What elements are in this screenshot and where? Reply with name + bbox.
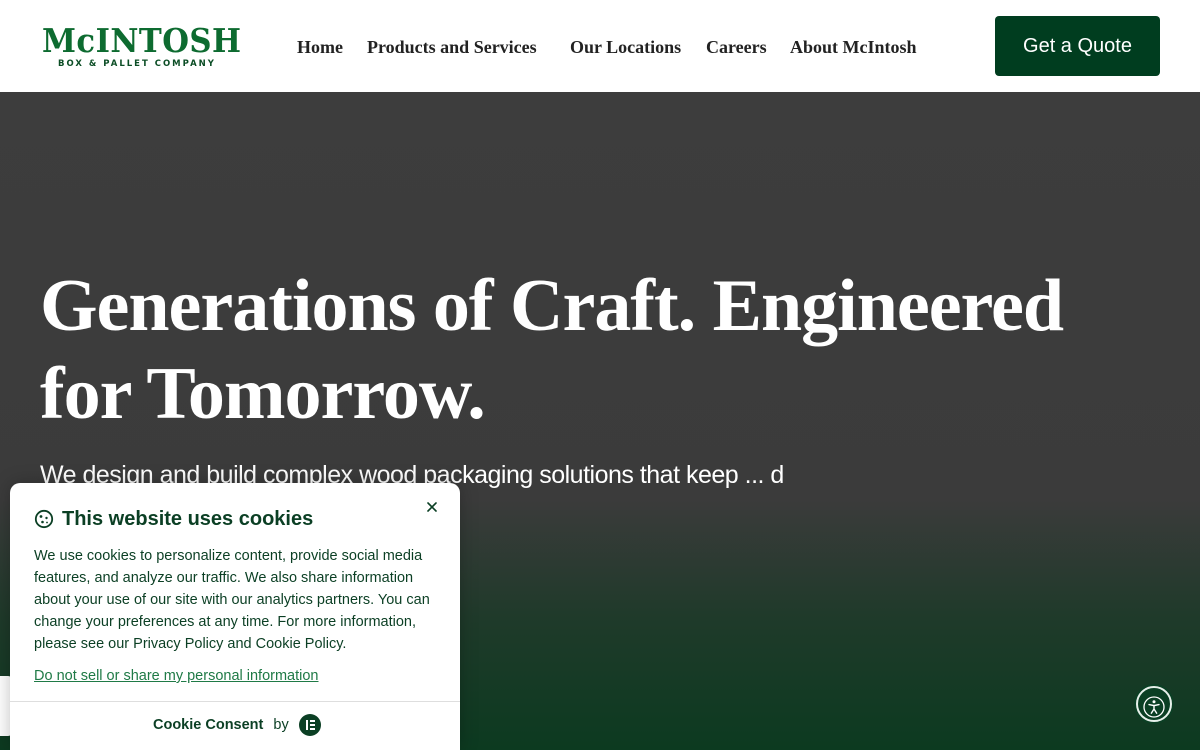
cookie-icon [34,509,54,529]
get-a-quote-button[interactable]: Get a Quote [995,16,1160,76]
logo-tagline: BOX & PALLET COMPANY [58,59,216,69]
nav-products-and-services[interactable]: Products and Services [367,35,537,59]
do-not-sell-link[interactable]: Do not sell or share my personal informa… [34,667,319,685]
nav-home[interactable]: Home [297,35,343,59]
accessibility-icon [1143,695,1165,718]
cookie-banner-title: This website uses cookies [62,508,314,530]
cookie-consent-label: Cookie Consent [153,717,264,733]
cookie-consent-by: by [273,717,289,733]
nav-careers[interactable]: Careers [706,35,767,59]
hero-title: Generations of Craft. Engineered for Tom… [40,265,1064,435]
logo-wordmark: McINTOSH [42,21,242,60]
company-logo[interactable]: McINTOSH BOX & PALLET COMPANY [42,21,242,70]
cookie-banner: This website uses cookies We use cookies… [10,483,460,750]
nav-our-locations[interactable]: Our Locations [570,35,681,59]
cookie-banner-body: We use cookies to personalize content, p… [34,548,430,652]
divider [10,701,460,702]
elementor-logo-icon[interactable] [298,714,321,736]
close-icon[interactable] [424,499,440,515]
nav-about-mcintosh[interactable]: About McIntosh [790,35,917,59]
cookie-consent-footer: Cookie Consent by [153,713,321,737]
site-header: McINTOSH BOX & PALLET COMPANY Home Produ… [0,0,1200,92]
accessibility-button[interactable] [1136,686,1172,722]
